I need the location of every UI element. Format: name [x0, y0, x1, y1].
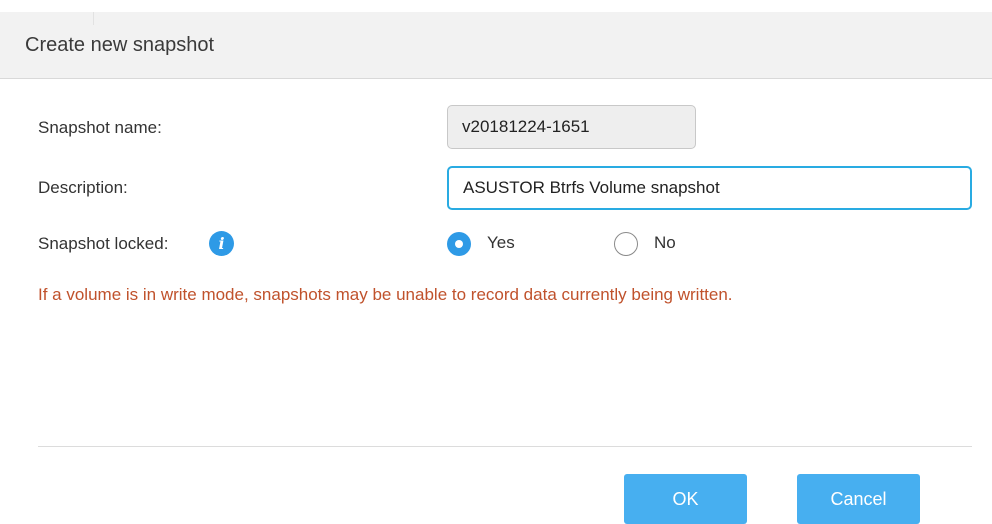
- radio-yes-checked-icon[interactable]: [447, 232, 471, 256]
- description-field[interactable]: [447, 166, 972, 210]
- radio-no-label[interactable]: No: [654, 233, 676, 253]
- radio-no-unchecked-icon[interactable]: [614, 232, 638, 256]
- write-mode-warning: If a volume is in write mode, snapshots …: [38, 285, 733, 304]
- snapshot-name-label: Snapshot name:: [38, 118, 162, 137]
- info-icon[interactable]: i: [209, 231, 234, 256]
- radio-yes-label[interactable]: Yes: [487, 233, 515, 253]
- footer-divider: [38, 446, 972, 447]
- snapshot-locked-label: Snapshot locked:: [38, 234, 169, 253]
- dialog-title: Create new snapshot: [25, 34, 215, 56]
- header-divider: [93, 12, 94, 25]
- description-label: Description:: [38, 178, 128, 197]
- ok-button[interactable]: OK: [624, 474, 747, 524]
- snapshot-name-field: [447, 105, 696, 149]
- cancel-button[interactable]: Cancel: [797, 474, 920, 524]
